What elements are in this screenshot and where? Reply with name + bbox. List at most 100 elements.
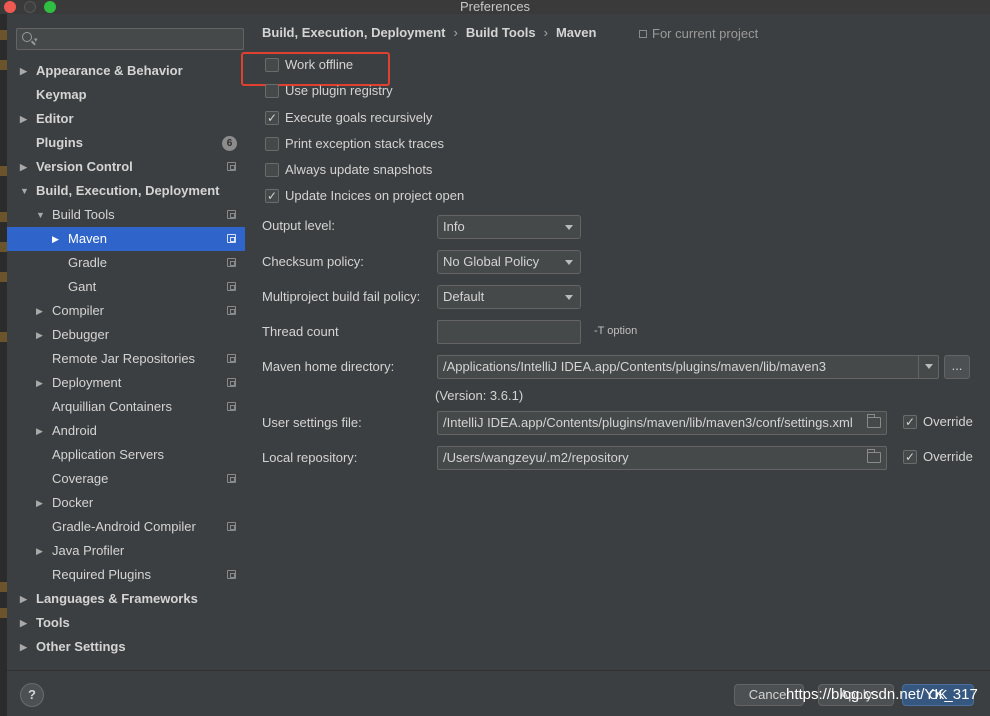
sidebar-item-java-profiler[interactable]: ▶ Java Profiler (7, 539, 245, 563)
sidebar-item-build-execution-deployment[interactable]: ▼ Build, Execution, Deployment (7, 179, 245, 203)
chevron-right-icon[interactable]: ▶ (20, 155, 27, 179)
maven-home-browse-button[interactable]: ... (944, 355, 970, 379)
sidebar-item-gradle[interactable]: Gradle (7, 251, 245, 275)
help-button[interactable]: ? (20, 683, 44, 707)
chevron-down-icon[interactable]: ▼ (20, 179, 29, 203)
chevron-right-icon[interactable]: ▶ (52, 227, 59, 251)
sidebar-item-gant[interactable]: Gant (7, 275, 245, 299)
breadcrumb: Build, Execution, Deployment › Build Tools… (262, 25, 596, 40)
search-history-icon[interactable]: ▾ (34, 36, 38, 44)
search-icon (22, 32, 32, 42)
local-repository-input[interactable]: /Users/wangzeyu/.m2/repository (437, 446, 887, 470)
plugins-update-badge: 6 (222, 136, 237, 151)
chevron-right-icon[interactable]: ▶ (20, 107, 27, 131)
project-scope-icon (227, 522, 236, 531)
project-scope-icon (227, 162, 236, 171)
thread-count-hint: -T option (594, 325, 638, 337)
project-scope-icon (227, 282, 236, 291)
sidebar-item-maven[interactable]: ▶ Maven (7, 227, 245, 251)
window-title: Preferences (459, 0, 531, 14)
project-scope-icon (227, 474, 236, 483)
output-level-select[interactable]: Info (437, 215, 581, 239)
maven-home-label: Maven home directory: (262, 359, 395, 374)
maven-home-combo[interactable]: /Applications/IntelliJ IDEA.app/Contents… (437, 355, 939, 379)
user-settings-label: User settings file: (262, 415, 362, 430)
settings-sidebar: ▾ ▶ Appearance & Behavior Keymap ▶ Edito… (7, 14, 245, 670)
project-scope-icon (639, 30, 647, 38)
sidebar-item-required-plugins[interactable]: Required Plugins (7, 563, 245, 587)
maven-home-dropdown[interactable] (918, 356, 938, 378)
breadcrumb-item[interactable]: Build Tools (466, 25, 536, 40)
chevron-right-icon[interactable]: ▶ (20, 635, 27, 659)
breadcrumb-separator: › (453, 25, 458, 40)
maven-settings-panel: Build, Execution, Deployment › Build Tools… (241, 14, 990, 670)
breadcrumb-item: Maven (555, 25, 597, 40)
chevron-right-icon[interactable]: ▶ (20, 611, 27, 635)
scope-label: For current project (652, 26, 759, 41)
check-icon[interactable]: ✓ (265, 111, 279, 125)
sidebar-item-application-servers[interactable]: Application Servers (7, 443, 245, 467)
sidebar-item-gradle-android-compiler[interactable]: Gradle-Android Compiler (7, 515, 245, 539)
chevron-right-icon[interactable]: ▶ (36, 419, 43, 443)
background-editor-strip (0, 14, 7, 716)
chevron-right-icon[interactable]: ▶ (20, 59, 27, 83)
sidebar-item-other-settings[interactable]: ▶ Other Settings (7, 635, 245, 659)
title-bar: Preferences (0, 0, 990, 14)
search-input[interactable]: ▾ (16, 28, 244, 50)
breadcrumb-separator: › (543, 25, 548, 40)
sidebar-item-compiler[interactable]: ▶ Compiler (7, 299, 245, 323)
chevron-down-icon[interactable]: ▼ (36, 203, 45, 227)
checkbox-box[interactable] (265, 84, 279, 98)
fail-policy-select[interactable]: Default (437, 285, 581, 309)
project-scope-icon (227, 378, 236, 387)
check-icon[interactable]: ✓ (903, 450, 917, 464)
sidebar-item-docker[interactable]: ▶ Docker (7, 491, 245, 515)
sidebar-item-build-tools[interactable]: ▼ Build Tools (7, 203, 245, 227)
sidebar-item-appearance-behavior[interactable]: ▶ Appearance & Behavior (7, 59, 245, 83)
project-scope-icon (227, 570, 236, 579)
output-level-label: Output level: (262, 218, 335, 233)
sidebar-item-tools[interactable]: ▶ Tools (7, 611, 245, 635)
local-repository-label: Local repository: (262, 450, 358, 465)
chevron-right-icon[interactable]: ▶ (36, 323, 43, 347)
sidebar-item-editor[interactable]: ▶ Editor (7, 107, 245, 131)
chevron-right-icon[interactable]: ▶ (36, 371, 43, 395)
chevron-down-icon (565, 260, 573, 265)
folder-icon[interactable] (867, 414, 881, 428)
chevron-right-icon[interactable]: ▶ (20, 587, 27, 611)
checksum-policy-label: Checksum policy: (262, 254, 364, 269)
checkbox-box[interactable] (265, 58, 279, 72)
sidebar-item-debugger[interactable]: ▶ Debugger (7, 323, 245, 347)
sidebar-item-deployment[interactable]: ▶ Deployment (7, 371, 245, 395)
checkbox-box[interactable] (265, 163, 279, 177)
sidebar-item-languages-frameworks[interactable]: ▶ Languages & Frameworks (7, 587, 245, 611)
chevron-right-icon[interactable]: ▶ (36, 539, 43, 563)
checkbox-box[interactable] (265, 137, 279, 151)
check-icon[interactable]: ✓ (903, 415, 917, 429)
scope-note: For current project (639, 26, 758, 41)
folder-icon[interactable] (867, 449, 881, 463)
chevron-right-icon[interactable]: ▶ (36, 299, 43, 323)
checksum-policy-select[interactable]: No Global Policy (437, 250, 581, 274)
sidebar-item-arquillian-containers[interactable]: Arquillian Containers (7, 395, 245, 419)
project-scope-icon (227, 210, 236, 219)
check-icon[interactable]: ✓ (265, 189, 279, 203)
user-settings-input[interactable]: /IntelliJ IDEA.app/Contents/plugins/mave… (437, 411, 887, 435)
sidebar-item-android[interactable]: ▶ Android (7, 419, 245, 443)
sidebar-item-version-control[interactable]: ▶ Version Control (7, 155, 245, 179)
sidebar-item-remote-jar-repositories[interactable]: Remote Jar Repositories (7, 347, 245, 371)
project-scope-icon (227, 306, 236, 315)
breadcrumb-item[interactable]: Build, Execution, Deployment (262, 25, 445, 40)
thread-count-label: Thread count (262, 324, 339, 339)
sidebar-item-plugins[interactable]: Plugins 6 (7, 131, 245, 155)
project-scope-icon (227, 402, 236, 411)
thread-count-input[interactable] (437, 320, 581, 344)
sidebar-item-keymap[interactable]: Keymap (7, 83, 245, 107)
chevron-down-icon (925, 364, 933, 369)
chevron-down-icon (565, 225, 573, 230)
sidebar-item-coverage[interactable]: Coverage (7, 467, 245, 491)
watermark-text: https://blog.csdn.net/YK_317 (786, 686, 978, 703)
fail-policy-label: Multiproject build fail policy: (262, 289, 421, 304)
chevron-right-icon[interactable]: ▶ (36, 491, 43, 515)
chevron-down-icon (565, 295, 573, 300)
